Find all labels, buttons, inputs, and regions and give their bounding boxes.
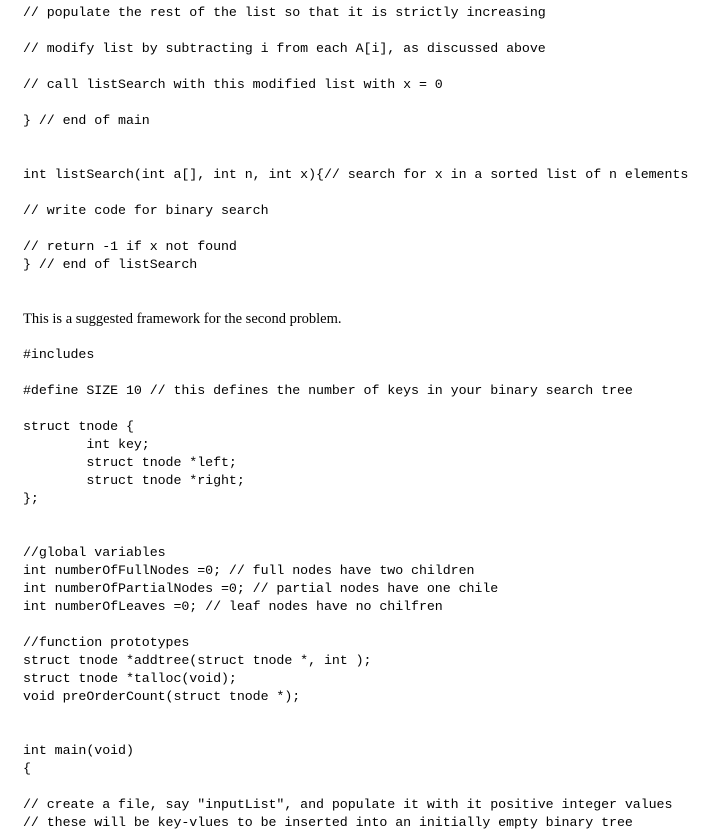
code-line: struct tnode *left; [23, 455, 237, 470]
prose-block-suggested-framework: This is a suggested framework for the se… [23, 310, 706, 328]
code-line: // call listSearch with this modified li… [23, 77, 443, 92]
code-line: } // end of listSearch [23, 257, 198, 272]
code-block-global-variables: //global variables int numberOfFullNodes… [23, 544, 706, 616]
code-line: struct tnode *addtree(struct tnode *, in… [23, 653, 372, 668]
code-block-comment-call-listsearch: // call listSearch with this modified li… [23, 76, 706, 94]
code-line: struct tnode *talloc(void); [23, 671, 237, 686]
code-block-define-size: #define SIZE 10 // this defines the numb… [23, 382, 706, 400]
code-block-comment-populate: // populate the rest of the list so that… [23, 4, 706, 22]
code-block-function-prototypes: //function prototypes struct tnode *addt… [23, 634, 706, 706]
code-line: int listSearch(int a[], int n, int x){//… [23, 167, 689, 182]
code-line: // modify list by subtracting i from eac… [23, 41, 546, 56]
code-block-main-header: int main(void) { [23, 742, 706, 778]
code-block-comment-write-binary-search: // write code for binary search [23, 202, 706, 220]
code-line: #define SIZE 10 // this defines the numb… [23, 383, 633, 398]
code-line: //global variables [23, 545, 166, 560]
code-line: struct tnode *right; [23, 473, 245, 488]
code-line: // return -1 if x not found [23, 239, 237, 254]
code-line: //function prototypes [23, 635, 190, 650]
code-line: // populate the rest of the list so that… [23, 5, 546, 20]
code-line: }; [23, 491, 39, 506]
code-line: #includes [23, 347, 95, 362]
code-line: } // end of main [23, 113, 150, 128]
code-line: int numberOfFullNodes =0; // full nodes … [23, 563, 475, 578]
document-text-flow: // populate the rest of the list so that… [23, 4, 706, 832]
code-line: void preOrderCount(struct tnode *); [23, 689, 301, 704]
code-block-comment-create-file: // create a file, say "inputList", and p… [23, 796, 706, 832]
code-line: { [23, 761, 31, 776]
code-line: int key; [23, 437, 150, 452]
code-block-listsearch-signature: int listSearch(int a[], int n, int x){//… [23, 166, 706, 184]
prose-line: This is a suggested framework for the se… [23, 311, 342, 327]
code-block-listsearch-return-and-end: // return -1 if x not found } // end of … [23, 238, 706, 274]
code-line: int main(void) [23, 743, 134, 758]
code-block-struct-tnode: struct tnode { int key; struct tnode *le… [23, 418, 706, 508]
code-line: int numberOfLeaves =0; // leaf nodes hav… [23, 599, 443, 614]
code-line: // create a file, say "inputList", and p… [23, 797, 673, 812]
code-line: // write code for binary search [23, 203, 269, 218]
code-block-end-of-main: } // end of main [23, 112, 706, 130]
code-block-includes: #includes [23, 346, 706, 364]
code-line: // these will be key-vlues to be inserte… [23, 815, 633, 830]
code-line: struct tnode { [23, 419, 134, 434]
document-page: // populate the rest of the list so that… [0, 0, 706, 832]
code-block-comment-modify: // modify list by subtracting i from eac… [23, 40, 706, 58]
code-line: int numberOfPartialNodes =0; // partial … [23, 581, 499, 596]
